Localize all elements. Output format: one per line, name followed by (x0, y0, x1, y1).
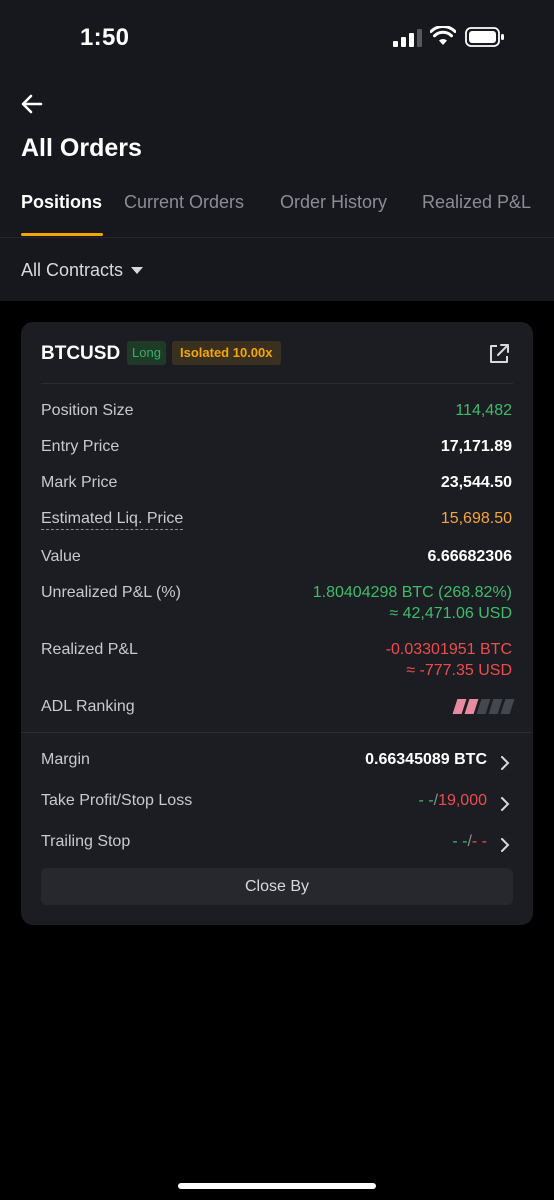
mark-price-value: 23,544.50 (440, 474, 512, 491)
tab-positions[interactable]: Positions (21, 192, 102, 213)
margin-row[interactable]: Margin 0.66345089 BTC (21, 745, 533, 779)
tab-realized-pnl[interactable]: Realized P&L (422, 192, 531, 213)
trailing-stop-label: Trailing Stop (41, 833, 131, 850)
active-tab-indicator (21, 233, 103, 236)
page-title: All Orders (21, 134, 142, 162)
realized-pnl-value: -0.03301951 BTC (385, 641, 512, 658)
adl-bar (500, 699, 515, 714)
share-external-icon[interactable] (487, 342, 511, 366)
trailing-stop-values: - -/- - (452, 833, 487, 851)
status-bar: 1:50 (0, 0, 554, 76)
status-time: 1:50 (80, 24, 130, 51)
tpsl-label: Take Profit/Stop Loss (41, 792, 193, 809)
caret-down-icon (131, 267, 144, 274)
realized-pnl-usd: ≈ -777.35 USD (406, 662, 512, 679)
trailing-stop-row[interactable]: Trailing Stop - -/- - (21, 827, 533, 861)
position-size-label: Position Size (41, 402, 134, 419)
adl-ranking-label: ADL Ranking (41, 698, 135, 715)
contracts-filter-label: All Contracts (21, 260, 124, 280)
liq-price-value: 15,698.50 (440, 510, 512, 527)
value-label: Value (41, 548, 81, 565)
trailing-stop-a: - - (452, 833, 468, 850)
position-symbol: BTCUSD (41, 343, 121, 364)
entry-price-label: Entry Price (41, 438, 120, 455)
mark-price-label: Mark Price (41, 474, 118, 491)
home-indicator (178, 1183, 376, 1189)
margin-label: Margin (41, 751, 90, 768)
contracts-filter-dropdown[interactable]: All Contracts (21, 260, 144, 281)
unrealized-pnl-value: 1.80404298 BTC (268.82%) (312, 584, 512, 601)
wifi-icon (430, 26, 456, 45)
liq-price-label[interactable]: Estimated Liq. Price (41, 510, 184, 530)
margin-value: 0.66345089 BTC (365, 751, 487, 768)
stop-loss-value: 19,000 (438, 792, 487, 809)
value-value: 6.66682306 (427, 548, 512, 565)
divider (41, 383, 513, 384)
take-profit-value: - - (418, 792, 434, 809)
take-profit-stop-loss-row[interactable]: Take Profit/Stop Loss - -/19,000 (21, 786, 533, 820)
realized-pnl-label: Realized P&L (41, 641, 138, 658)
side-badge: Long (127, 341, 166, 365)
position-size-value: 114,482 (455, 402, 512, 419)
liq-price-label-text: Estimated Liq. Price (41, 510, 184, 530)
back-arrow-icon[interactable] (20, 92, 44, 116)
tab-bar: Positions Current Orders Order History R… (0, 192, 554, 238)
unrealized-pnl-label: Unrealized P&L (%) (41, 584, 181, 601)
tab-order-history[interactable]: Order History (280, 192, 387, 213)
battery-icon (465, 27, 504, 47)
close-by-button[interactable]: Close By (41, 868, 513, 905)
adl-ranking-indicator (452, 699, 515, 714)
trailing-stop-b: - - (471, 833, 487, 850)
cellular-signal-icon (393, 29, 422, 47)
margin-mode-badge: Isolated 10.00x (172, 341, 281, 365)
page-header: All Orders Positions Current Orders Orde… (0, 76, 554, 301)
entry-price-value: 17,171.89 (440, 438, 512, 455)
chevron-right-icon (501, 838, 510, 852)
divider (21, 732, 533, 733)
unrealized-pnl-usd: ≈ 42,471.06 USD (389, 605, 512, 622)
position-card: BTCUSD Long Isolated 10.00x Position Siz… (21, 322, 533, 925)
divider (0, 237, 554, 238)
chevron-right-icon (501, 797, 510, 811)
chevron-right-icon (501, 756, 510, 770)
tab-current-orders[interactable]: Current Orders (124, 192, 244, 213)
tpsl-values: - -/19,000 (419, 792, 488, 810)
